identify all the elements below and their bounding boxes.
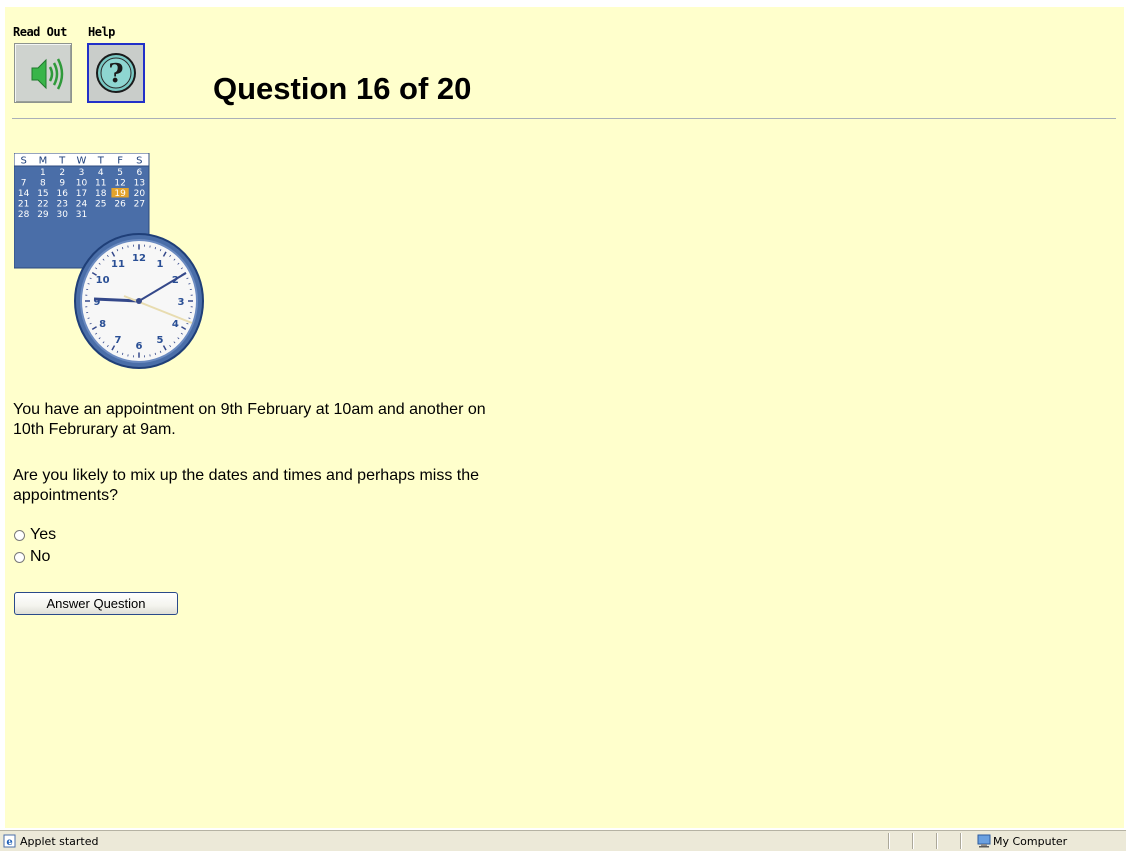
readout-label: Read Out [13, 25, 67, 39]
clock-number: 6 [136, 341, 143, 352]
calendar-day: 23 [56, 200, 67, 210]
no-label: No [30, 548, 51, 565]
calendar-day: 1 [40, 168, 46, 178]
clock-number: 12 [132, 253, 146, 264]
calendar-day: 14 [18, 189, 30, 199]
calendar-day: 10 [76, 179, 88, 189]
calendar-day: 19 [114, 189, 126, 199]
question-page: Read Out Help ? Question 16 of 20 S M T … [5, 7, 1124, 828]
status-separator [888, 833, 889, 849]
question-text-appointments: You have an appointment on 9th February … [13, 401, 486, 438]
clock-number: 7 [115, 335, 122, 346]
clock-number: 1 [157, 259, 164, 270]
calendar-day: 5 [117, 168, 123, 178]
clock-number: 10 [96, 275, 110, 286]
clock-number: 11 [111, 259, 125, 270]
calendar-day: 4 [98, 168, 104, 178]
calendar-day: 9 [59, 179, 65, 189]
calendar-day: 27 [134, 200, 145, 210]
calendar-day: 25 [95, 200, 106, 210]
calendar-clock-illustration: SMTWTFS 1 2 3 4 5 67 8 9 10 11 12 1314 15 16 17 18 19 202… [14, 153, 204, 369]
calendar-day: 17 [76, 189, 87, 199]
calendar-day: 3 [79, 168, 85, 178]
help-button[interactable]: ? [87, 43, 145, 103]
header-divider [12, 118, 1116, 119]
calendar-day: 2 [59, 168, 65, 178]
calendar-day: 7 [21, 179, 27, 189]
speaker-icon [31, 58, 64, 90]
question-text-prompt: Are you likely to mix up the dates and t… [13, 467, 480, 504]
status-separator [960, 833, 961, 849]
clock-number: 8 [99, 319, 106, 330]
calendar-day: 20 [134, 189, 146, 199]
answer-question-button[interactable]: Answer Question [14, 592, 178, 615]
no-radio[interactable] [14, 551, 25, 563]
calendar-day: 16 [56, 189, 68, 199]
calendar-weekday-header: T [97, 156, 105, 167]
status-text: Applet started [20, 835, 99, 848]
calendar-day: 22 [37, 200, 48, 210]
my-computer-icon [977, 834, 991, 848]
clock-number: 3 [178, 297, 185, 308]
read-out-button[interactable] [14, 43, 72, 103]
calendar-day: 29 [37, 210, 49, 220]
ie-page-icon: e [3, 834, 16, 848]
clock-icon: 121234567891011 [74, 233, 204, 369]
status-separator [912, 833, 913, 849]
calendar-weekday-header: S [136, 156, 142, 167]
calendar-day: 30 [56, 210, 68, 220]
calendar-day: 11 [95, 179, 106, 189]
svg-text:?: ? [108, 59, 123, 89]
calendar-day: 12 [114, 179, 125, 189]
yes-radio[interactable] [14, 529, 25, 541]
calendar-day: 13 [134, 179, 145, 189]
calendar-day: 24 [76, 200, 88, 210]
calendar-day: 31 [76, 210, 87, 220]
svg-text:e: e [6, 837, 12, 848]
question-title: Question 16 of 20 [213, 71, 472, 106]
calendar-weekday-header: M [39, 156, 48, 167]
calendar-day: 28 [18, 210, 30, 220]
yes-label: Yes [30, 526, 57, 543]
clock-number: 5 [157, 335, 164, 346]
status-separator [936, 833, 937, 849]
calendar-day: 8 [40, 179, 46, 189]
calendar-day: 6 [136, 168, 142, 178]
zone-text: My Computer [993, 835, 1068, 848]
option-yes[interactable]: Yes [14, 526, 56, 544]
calendar-weekday-header: F [117, 156, 123, 167]
status-bar: e Applet started My Computer [0, 830, 1126, 851]
calendar-day: 15 [37, 189, 48, 199]
option-no[interactable]: No [14, 548, 50, 566]
calendar-weekday-header: T [58, 156, 66, 167]
calendar-weekday-header: S [20, 156, 26, 167]
calendar-day: 21 [18, 200, 29, 210]
help-label: Help [88, 25, 115, 39]
calendar-day: 18 [95, 189, 107, 199]
calendar-day: 26 [114, 200, 126, 210]
help-question-icon: ? [96, 53, 136, 93]
browser-viewport: Read Out Help ? Question 16 of 20 S M T … [0, 0, 1126, 830]
clock-number: 4 [172, 319, 179, 330]
calendar-weekday-header: W [77, 156, 87, 167]
